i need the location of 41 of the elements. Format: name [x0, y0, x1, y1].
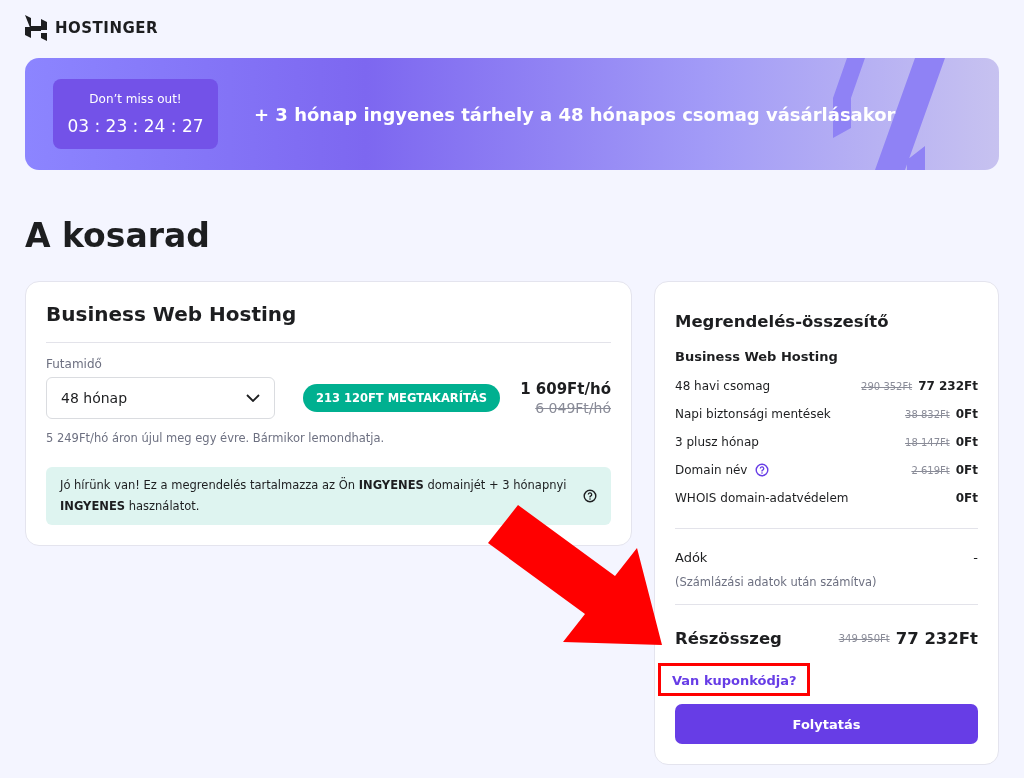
countdown-title: Don’t miss out!	[89, 92, 182, 106]
taxes-value: -	[973, 549, 978, 565]
summary-product: Business Web Hosting	[675, 349, 839, 364]
taxes-label: Adók	[675, 549, 708, 565]
coupon-link[interactable]: Van kuponkódja?	[672, 673, 797, 688]
item-price: 77 232Ft	[918, 379, 978, 393]
monthly-price: 1 609Ft/hó	[520, 380, 611, 398]
help-icon[interactable]	[583, 489, 597, 503]
old-price: 290 352Ft	[861, 380, 913, 392]
subtotal-label: Részösszeg	[675, 628, 782, 648]
summary-title: Megrendelés-összesítő	[675, 312, 890, 331]
chevron-down-icon	[246, 394, 260, 402]
item-price: 0Ft	[955, 435, 978, 449]
item-label: Domain név	[675, 463, 748, 477]
logo-icon	[25, 15, 47, 41]
item-price: 0Ft	[955, 491, 978, 505]
renewal-note: 5 249Ft/hó áron újul meg egy évre. Bármikor lemondhatja.	[46, 431, 386, 445]
old-price: 38 832Ft	[905, 408, 950, 420]
period-dropdown[interactable]: 48 hónap	[46, 377, 275, 419]
item-label: 48 havi csomag	[675, 379, 771, 393]
savings-badge: 213 120FT MEGTAKARÍTÁS	[302, 384, 501, 412]
notice-text: Jó hírünk van! Ez a megrendelés tartalmazza az Ön INGYENES domainjét + 3 hónapnyi INGYENES használatot.	[60, 476, 567, 515]
page-heading: A kosarad	[25, 216, 211, 255]
item-label: Napi biztonsági mentések	[675, 407, 831, 421]
old-price: 2 619Ft	[911, 464, 950, 476]
item-price: 0Ft	[955, 407, 978, 421]
help-icon[interactable]	[755, 463, 770, 477]
old-price: 18 147Ft	[905, 436, 950, 448]
item-price: 0Ft	[955, 463, 978, 477]
period-label: Futamidő	[46, 357, 103, 371]
old-monthly-price: 6 049Ft/hó	[535, 400, 611, 416]
promo-text: + 3 hónap ingyenes tárhely a 48 hónapos csomag vásárlásakor	[254, 103, 896, 125]
taxes-note: (Számlázási adatok után számítva)	[675, 575, 877, 589]
item-label: WHOIS domain-adatvédelem	[675, 491, 849, 505]
brand-name: HOSTINGER	[55, 19, 159, 37]
item-label: 3 plusz hónap	[675, 435, 759, 449]
product-title: Business Web Hosting	[46, 302, 298, 326]
continue-button[interactable]: Folytatás	[675, 704, 978, 744]
subtotal-value: 77 232Ft	[895, 628, 978, 648]
countdown-timer: 03 : 23 : 24 : 27	[67, 116, 204, 136]
old-subtotal: 349 950Ft	[838, 632, 890, 644]
